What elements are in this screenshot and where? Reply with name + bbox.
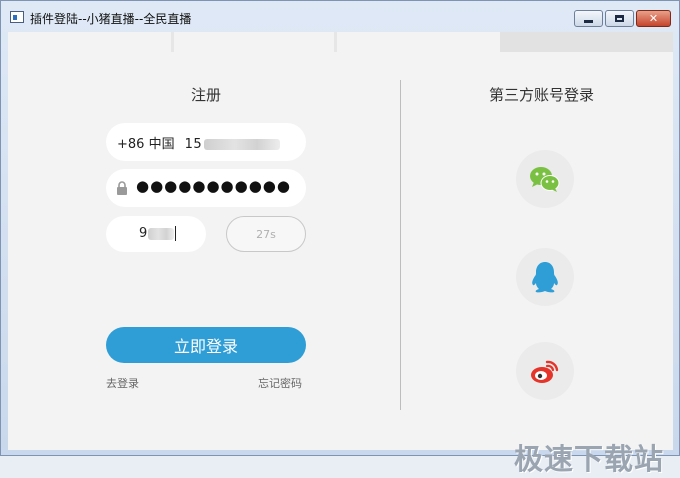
- code-visible: 9: [139, 226, 148, 241]
- forgot-password-link[interactable]: 忘记密码: [258, 375, 302, 391]
- minimize-button[interactable]: [574, 10, 603, 27]
- lock-icon: [117, 181, 127, 195]
- qq-icon: [532, 262, 558, 293]
- third-party-title: 第三方账号登录: [489, 86, 595, 104]
- maximize-icon: [615, 15, 624, 22]
- maximize-button[interactable]: [605, 10, 634, 27]
- close-button[interactable]: ✕: [636, 10, 671, 27]
- tab-1[interactable]: [8, 32, 171, 52]
- go-login-link[interactable]: 去登录: [106, 375, 139, 391]
- wechat-login-button[interactable]: [516, 150, 574, 208]
- app-icon: [10, 11, 24, 23]
- weibo-login-button[interactable]: [516, 342, 574, 400]
- phone-input[interactable]: +86 中国 15: [106, 123, 306, 161]
- phone-value: +86 中国 15: [117, 133, 281, 152]
- qq-login-button[interactable]: [516, 248, 574, 306]
- password-input[interactable]: ●●●●●●●●●●●: [106, 169, 306, 207]
- code-blur: [148, 227, 175, 240]
- tab-3[interactable]: [338, 32, 498, 52]
- tab-separator: [334, 32, 337, 52]
- register-title: 注册: [191, 86, 222, 104]
- window-title: 插件登陆--小猪直播--全民直播: [30, 12, 192, 26]
- tab-strip: [8, 32, 673, 52]
- text-cursor: [175, 226, 177, 241]
- password-dots: ●●●●●●●●●●●: [136, 177, 291, 195]
- vertical-divider: [400, 80, 401, 410]
- close-icon: ✕: [648, 12, 659, 25]
- minimize-icon: [584, 19, 593, 23]
- country-code: +86 中国: [117, 137, 175, 152]
- client-area: 注册 +86 中国 15 ●●●●●●●●●●● 9 27s 立即登录 去登录 忘…: [8, 32, 673, 476]
- tab-2[interactable]: [174, 32, 334, 52]
- login-button[interactable]: 立即登录: [106, 327, 306, 363]
- weibo-icon: [531, 360, 559, 383]
- code-value: 9: [139, 226, 177, 241]
- resend-countdown-button[interactable]: 27s: [226, 216, 306, 252]
- title-bar[interactable]: 插件登陆--小猪直播--全民直播 ✕: [1, 1, 679, 31]
- phone-number-blur: [204, 139, 281, 150]
- tab-4[interactable]: [500, 32, 673, 52]
- app-window: 插件登陆--小猪直播--全民直播 ✕ 注册 +86 中国 15 ●●●●●●●●…: [0, 0, 680, 476]
- wechat-icon: [530, 167, 560, 192]
- watermark-text: 极速下载站: [514, 442, 665, 476]
- phone-number: 15: [184, 137, 203, 152]
- verification-code-input[interactable]: 9: [106, 216, 206, 252]
